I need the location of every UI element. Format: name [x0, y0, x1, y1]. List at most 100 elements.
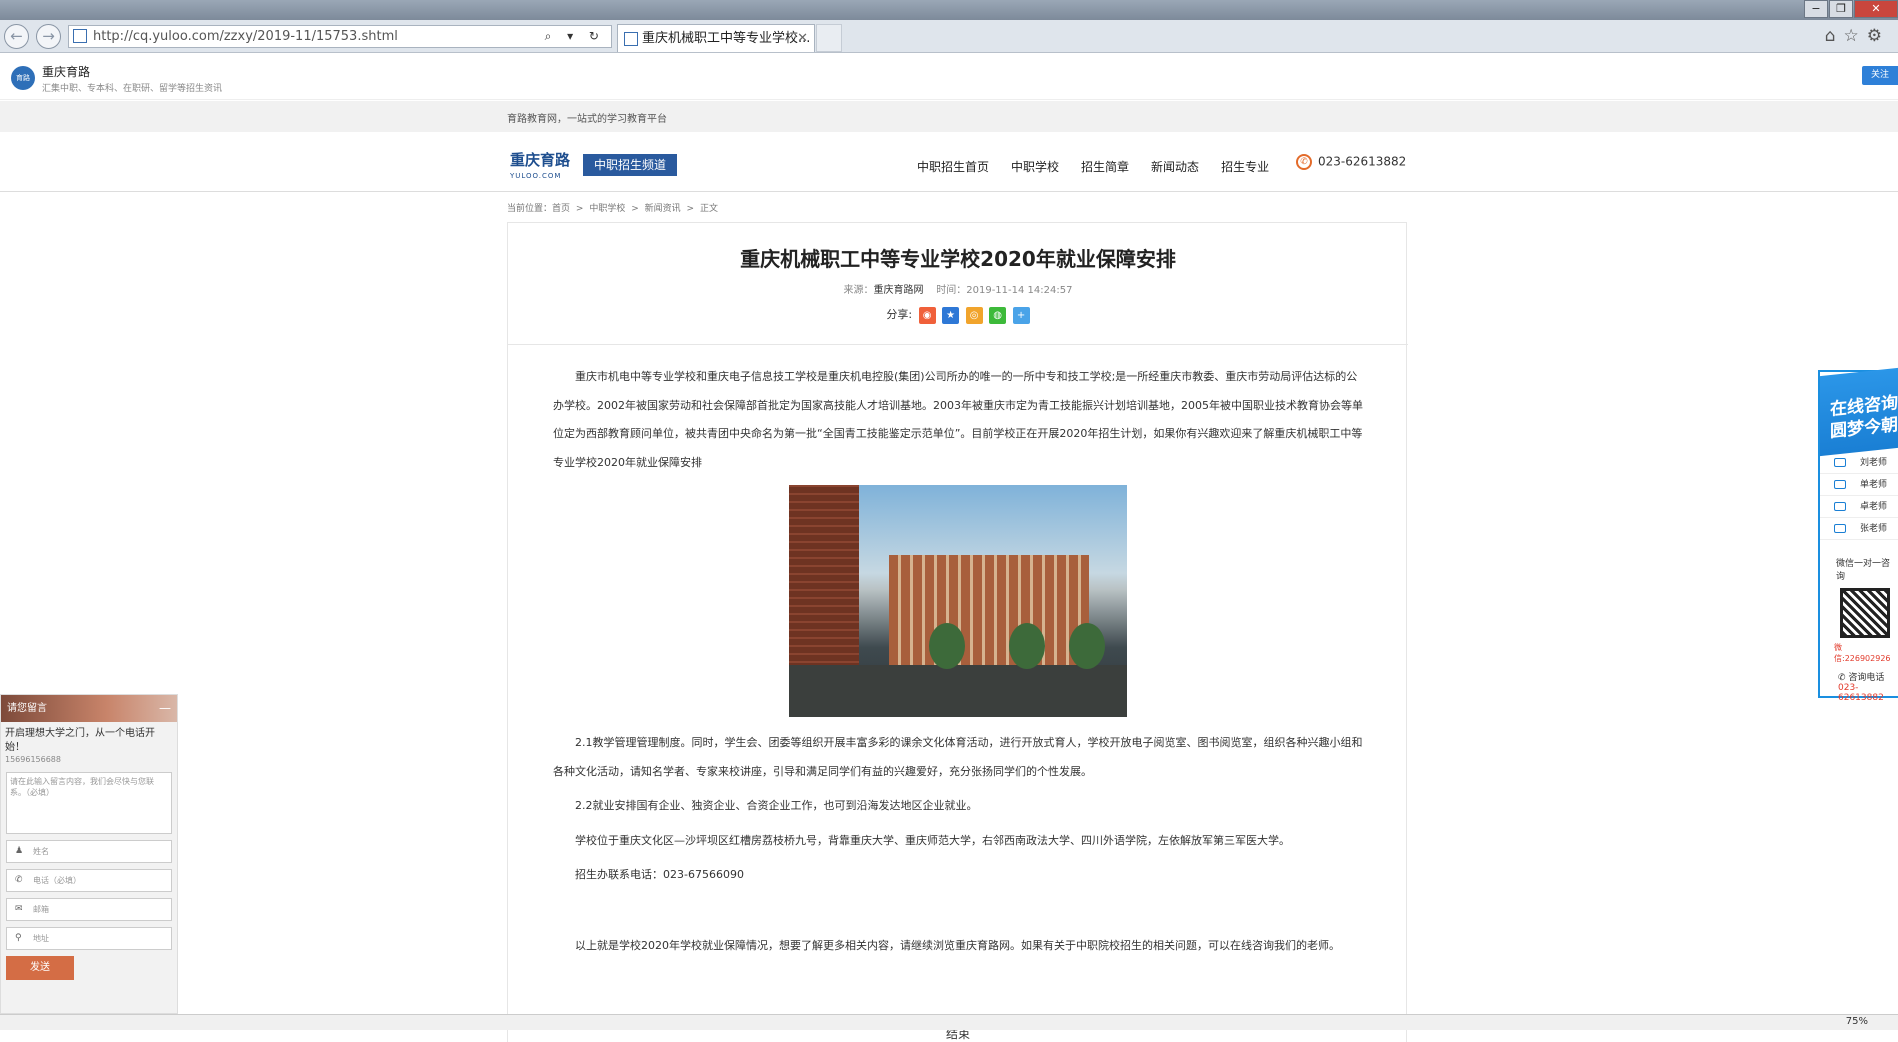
- phone-placeholder: 电话（必填）: [33, 876, 81, 885]
- search-refresh-icons[interactable]: ⌕ ▾ ↻: [545, 26, 605, 47]
- breadcrumb-schools[interactable]: 中职学校: [589, 204, 625, 214]
- chat-bubble-icon: [1834, 458, 1846, 467]
- consult-widget: 在线咨询 圆梦今朝 刘老师 单老师 卓老师 张老师 微信一对一咨询 微信:226…: [1818, 367, 1898, 703]
- email-field[interactable]: ✉ 邮箱: [6, 898, 172, 921]
- message-widget: 请您留言 — 开启理想大学之门，从一个电话开始！ 15696156688 请在此…: [0, 694, 178, 1014]
- teacher-item[interactable]: 单老师: [1820, 474, 1898, 496]
- user-icon: ♟: [15, 846, 24, 856]
- channel-header: 重庆育路 YULOO.COM 中职招生频道 中职招生首页 中职学校 招生简章 新…: [0, 132, 1898, 192]
- article-paragraph: 学校位于重庆文化区—沙坪坝区红槽房荔枝桥九号，背靠重庆大学、重庆师范大学，右邻西…: [575, 833, 1290, 847]
- phone-icon: ✆: [15, 875, 23, 885]
- location-pin-icon: ⚲: [15, 933, 22, 943]
- browser-tab-active[interactable]: 重庆机械职工中等专业学校... ✕: [617, 24, 815, 52]
- browser-home-fav-gear-icons[interactable]: ⌂☆⚙: [1825, 26, 1890, 46]
- wechat-share-icon[interactable]: ◍: [989, 306, 1007, 324]
- article-title: 重庆机械职工中等专业学校2020年就业保障安排: [740, 247, 1176, 271]
- more-share-icon[interactable]: +: [1012, 306, 1030, 324]
- address-field[interactable]: ⚲ 地址: [6, 927, 172, 950]
- teacher-item[interactable]: 卓老师: [1820, 496, 1898, 518]
- teacher-name: 张老师: [1860, 524, 1888, 534]
- slogan-text: 育路教育网，一站式的学习教育平台: [507, 114, 667, 125]
- nav-item-schools[interactable]: 中职学校: [1011, 158, 1059, 175]
- consult-phone-number[interactable]: 023-62613882: [1820, 683, 1898, 703]
- school-building-photo: [789, 485, 1127, 717]
- phone-icon: ✆: [1838, 673, 1846, 683]
- teacher-item[interactable]: 刘老师: [1820, 452, 1898, 474]
- chat-bubble-icon: [1834, 480, 1846, 489]
- message-widget-header[interactable]: 请您留言 —: [1, 695, 177, 722]
- close-tab-icon[interactable]: ✕: [797, 25, 808, 52]
- photo-tree: [1009, 623, 1045, 669]
- consult-phone-label-text: 咨询电话: [1848, 673, 1885, 683]
- message-textarea[interactable]: 请在此输入留言内容，我们会尽快与您联系。（必填）: [6, 772, 172, 834]
- site-top-bar: 育路 重庆育路 汇集中职、专本科、在职研、留学等招生资讯 关注: [0, 54, 1898, 100]
- message-widget-title: 请您留言: [7, 703, 47, 714]
- site-logo-icon[interactable]: 育路: [11, 66, 35, 90]
- brand-logo[interactable]: 重庆育路 YULOO.COM: [510, 152, 570, 184]
- photo-plaza: [789, 665, 1127, 717]
- header-phone-number: 023-62613882: [1318, 154, 1407, 169]
- site-subtitle: 汇集中职、专本科、在职研、留学等招生资讯: [42, 84, 223, 94]
- article-meta: 来源：重庆育路网 时间：2019-11-14 14:24:57: [508, 281, 1408, 296]
- window-title-bar: − ❐ ✕: [0, 0, 1898, 20]
- channel-badge[interactable]: 中职招生频道: [583, 154, 677, 176]
- url-text: http://cq.yuloo.com/zzxy/2019-11/15753.s…: [93, 29, 398, 44]
- article-paragraph: 以上就是学校2020年学校就业保障情况，想要了解更多相关内容，请继续浏览重庆育路…: [575, 938, 1340, 952]
- send-button[interactable]: 发送: [6, 956, 74, 980]
- slogan-strip: 育路教育网，一站式的学习教育平台: [0, 101, 1898, 132]
- article-source[interactable]: 重庆育路网: [874, 285, 924, 296]
- article-divider: [508, 344, 1408, 345]
- browser-status-bar: 75%: [0, 1014, 1898, 1030]
- weibo-share-icon[interactable]: ◎: [965, 306, 983, 324]
- minimize-window-button[interactable]: −: [1804, 0, 1828, 18]
- browser-toolbar: ← → http://cq.yuloo.com/zzxy/2019-11/157…: [0, 20, 1898, 53]
- zoom-level[interactable]: 75%: [1846, 1016, 1868, 1027]
- wechat-qr-code: [1840, 588, 1890, 638]
- phone-field[interactable]: ✆ 电话（必填）: [6, 869, 172, 892]
- header-phone: ✆ 023-62613882: [1296, 154, 1406, 170]
- article-time: 时间：2019-11-14 14:24:57: [936, 285, 1073, 296]
- teacher-name: 刘老师: [1860, 458, 1888, 468]
- new-tab-button[interactable]: [816, 24, 842, 52]
- nav-item-majors[interactable]: 招生专业: [1221, 158, 1269, 175]
- breadcrumb-current: 正文: [699, 204, 718, 214]
- breadcrumb-home[interactable]: 当前位置：首页: [507, 204, 570, 214]
- message-hotline: 15696156688: [5, 755, 61, 764]
- minimize-icon[interactable]: —: [159, 695, 171, 722]
- article-body: 重庆市机电中等专业学校和重庆电子信息技工学校是重庆机电控股(集团)公司所办的唯一…: [553, 363, 1363, 960]
- source-label: 来源：: [843, 285, 874, 296]
- qq-share-icon[interactable]: ◉: [918, 306, 936, 324]
- photo-tree: [1069, 623, 1105, 669]
- qzone-share-icon[interactable]: ★: [942, 306, 960, 324]
- tab-favicon-icon: [624, 32, 638, 46]
- back-icon[interactable]: ←: [4, 24, 29, 49]
- name-placeholder: 姓名: [33, 847, 49, 856]
- maximize-window-button[interactable]: ❐: [1829, 0, 1853, 18]
- follow-button[interactable]: 关注: [1862, 66, 1898, 85]
- breadcrumb-news[interactable]: 新闻资讯: [645, 204, 681, 214]
- close-window-button[interactable]: ✕: [1854, 0, 1898, 18]
- teacher-name: 卓老师: [1860, 502, 1888, 512]
- nav-item-news[interactable]: 新闻动态: [1151, 158, 1199, 175]
- forward-icon[interactable]: →: [36, 24, 61, 49]
- photo-tree: [929, 623, 965, 669]
- breadcrumb-sep: >: [631, 204, 639, 214]
- nav-item-brochures[interactable]: 招生简章: [1081, 158, 1129, 175]
- message-slogan: 开启理想大学之门，从一个电话开始！: [5, 728, 155, 753]
- article-panel: 重庆机械职工中等专业学校2020年就业保障安排 来源：重庆育路网 时间：2019…: [507, 222, 1408, 1042]
- nav-item-home[interactable]: 中职招生首页: [917, 158, 989, 175]
- tab-title: 重庆机械职工中等专业学校...: [642, 31, 811, 46]
- name-field[interactable]: ♟ 姓名: [6, 840, 172, 863]
- teacher-item[interactable]: 张老师: [1820, 518, 1898, 540]
- teacher-name: 单老师: [1860, 480, 1888, 490]
- article-paragraph: 2.1教学管理管理制度。同时，学生会、团委等组织开展丰富多彩的课余文化体育活动，…: [553, 736, 1363, 778]
- chat-bubble-icon: [1834, 524, 1846, 533]
- address-bar[interactable]: http://cq.yuloo.com/zzxy/2019-11/15753.s…: [68, 25, 612, 48]
- wechat-id: 微信:226902926: [1834, 643, 1891, 663]
- brand-name: 重庆育路: [510, 151, 571, 169]
- site-name[interactable]: 重庆育路: [42, 63, 90, 80]
- window-controls: − ❐ ✕: [1803, 0, 1898, 18]
- article-paragraph: 招生办联系电话：023-67566090: [575, 868, 744, 881]
- consult-phone-label: ✆ 咨询电话: [1820, 670, 1898, 683]
- chat-bubble-icon: [1834, 502, 1846, 511]
